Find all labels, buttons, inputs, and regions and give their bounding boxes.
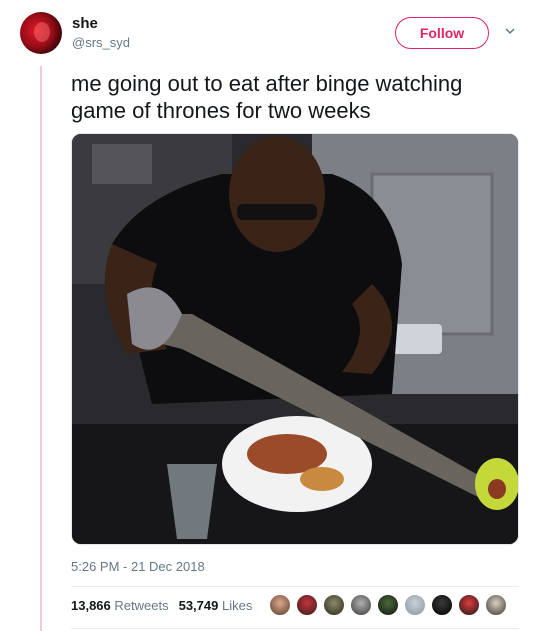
likes-stat[interactable]: 53,749 Likes xyxy=(179,598,253,613)
display-name[interactable]: she xyxy=(72,15,98,32)
liker-avatar[interactable] xyxy=(323,594,345,616)
divider xyxy=(71,586,519,587)
liker-avatar[interactable] xyxy=(377,594,399,616)
avatar[interactable] xyxy=(20,12,62,54)
retweets-label: Retweets xyxy=(114,598,169,613)
liker-avatar[interactable] xyxy=(404,594,426,616)
liker-avatar[interactable] xyxy=(296,594,318,616)
follow-button[interactable]: Follow xyxy=(395,17,489,49)
tweet-timestamp[interactable]: 5:26 PM - 21 Dec 2018 xyxy=(71,559,205,574)
liker-avatars xyxy=(269,594,512,616)
likes-label: Likes xyxy=(221,598,253,613)
liker-avatar[interactable] xyxy=(485,594,507,616)
liker-avatar[interactable] xyxy=(350,594,372,616)
thread-line xyxy=(40,66,42,631)
liker-avatar[interactable] xyxy=(431,594,453,616)
liker-avatar[interactable] xyxy=(269,594,291,616)
tweet-text: me going out to eat after binge watching… xyxy=(71,71,463,123)
photo-illustration xyxy=(72,134,518,544)
liker-avatar[interactable] xyxy=(458,594,480,616)
likes-count: 53,749 xyxy=(178,598,219,613)
engagement-stats: 13,866 Retweets 53,749 Likes xyxy=(71,598,262,613)
tweet-photo[interactable] xyxy=(71,133,519,545)
divider xyxy=(71,628,519,629)
user-handle[interactable]: @srs_syd xyxy=(72,35,130,50)
retweets-count: 13,866 xyxy=(71,598,111,613)
chevron-down-icon[interactable] xyxy=(505,26,515,36)
retweets-stat[interactable]: 13,866 Retweets xyxy=(71,598,169,613)
